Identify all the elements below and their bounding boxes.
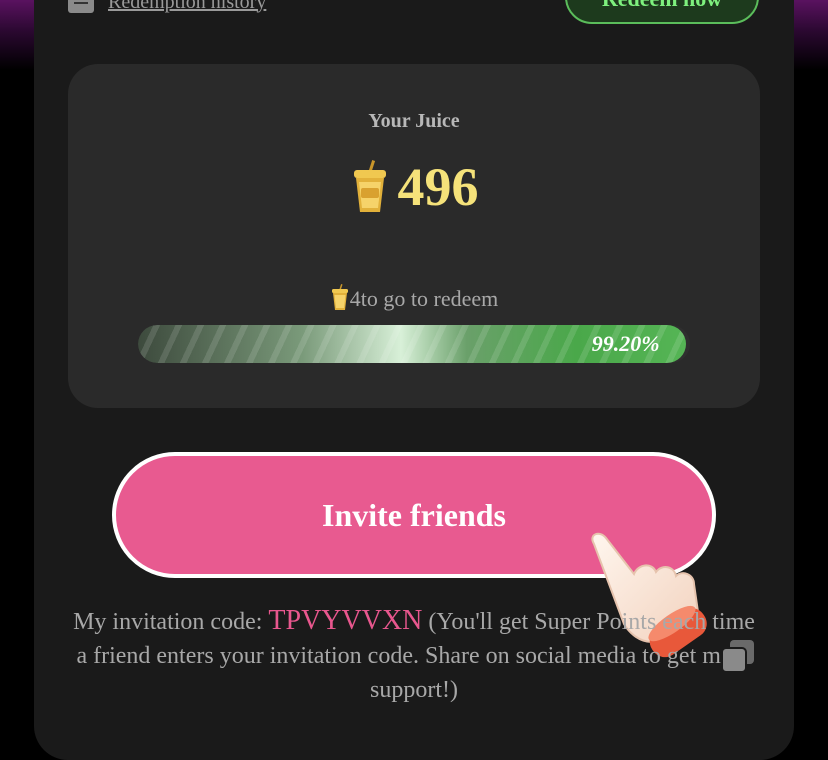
redeem-progress-bar: 99.20% [138,325,690,363]
juice-cup-icon [353,160,386,212]
invitation-code: TPVYVVXN [268,605,423,636]
invitation-text-before: My invitation code: [73,609,269,635]
juice-label: Your Juice [368,110,460,132]
redeem-now-button[interactable]: Redeem now [565,0,759,24]
juice-card: Your Juice 496 4to go to redeem 99.20% [68,64,760,408]
juice-amount: 496 [397,157,479,217]
redemption-history-label: Redemption history [108,0,267,13]
background-glow-right [788,0,828,70]
juice-cup-icon [331,284,348,310]
progress-percent: 99.20% [591,331,660,356]
to-go-text: 4to go to redeem [68,284,760,312]
redemption-history-link[interactable]: Redemption history [68,0,266,14]
history-icon [68,0,94,13]
juice-amount-row: 496 [68,160,760,214]
to-go-label: 4to go to redeem [349,286,499,311]
redeem-now-label: Redeem now [602,0,722,12]
copy-icon[interactable] [720,638,756,674]
progress-fill: 99.20% [138,325,686,363]
invitation-info: My invitation code: TPVYVVXN (You'll get… [70,604,758,707]
invite-friends-label: Invite friends [322,496,506,533]
